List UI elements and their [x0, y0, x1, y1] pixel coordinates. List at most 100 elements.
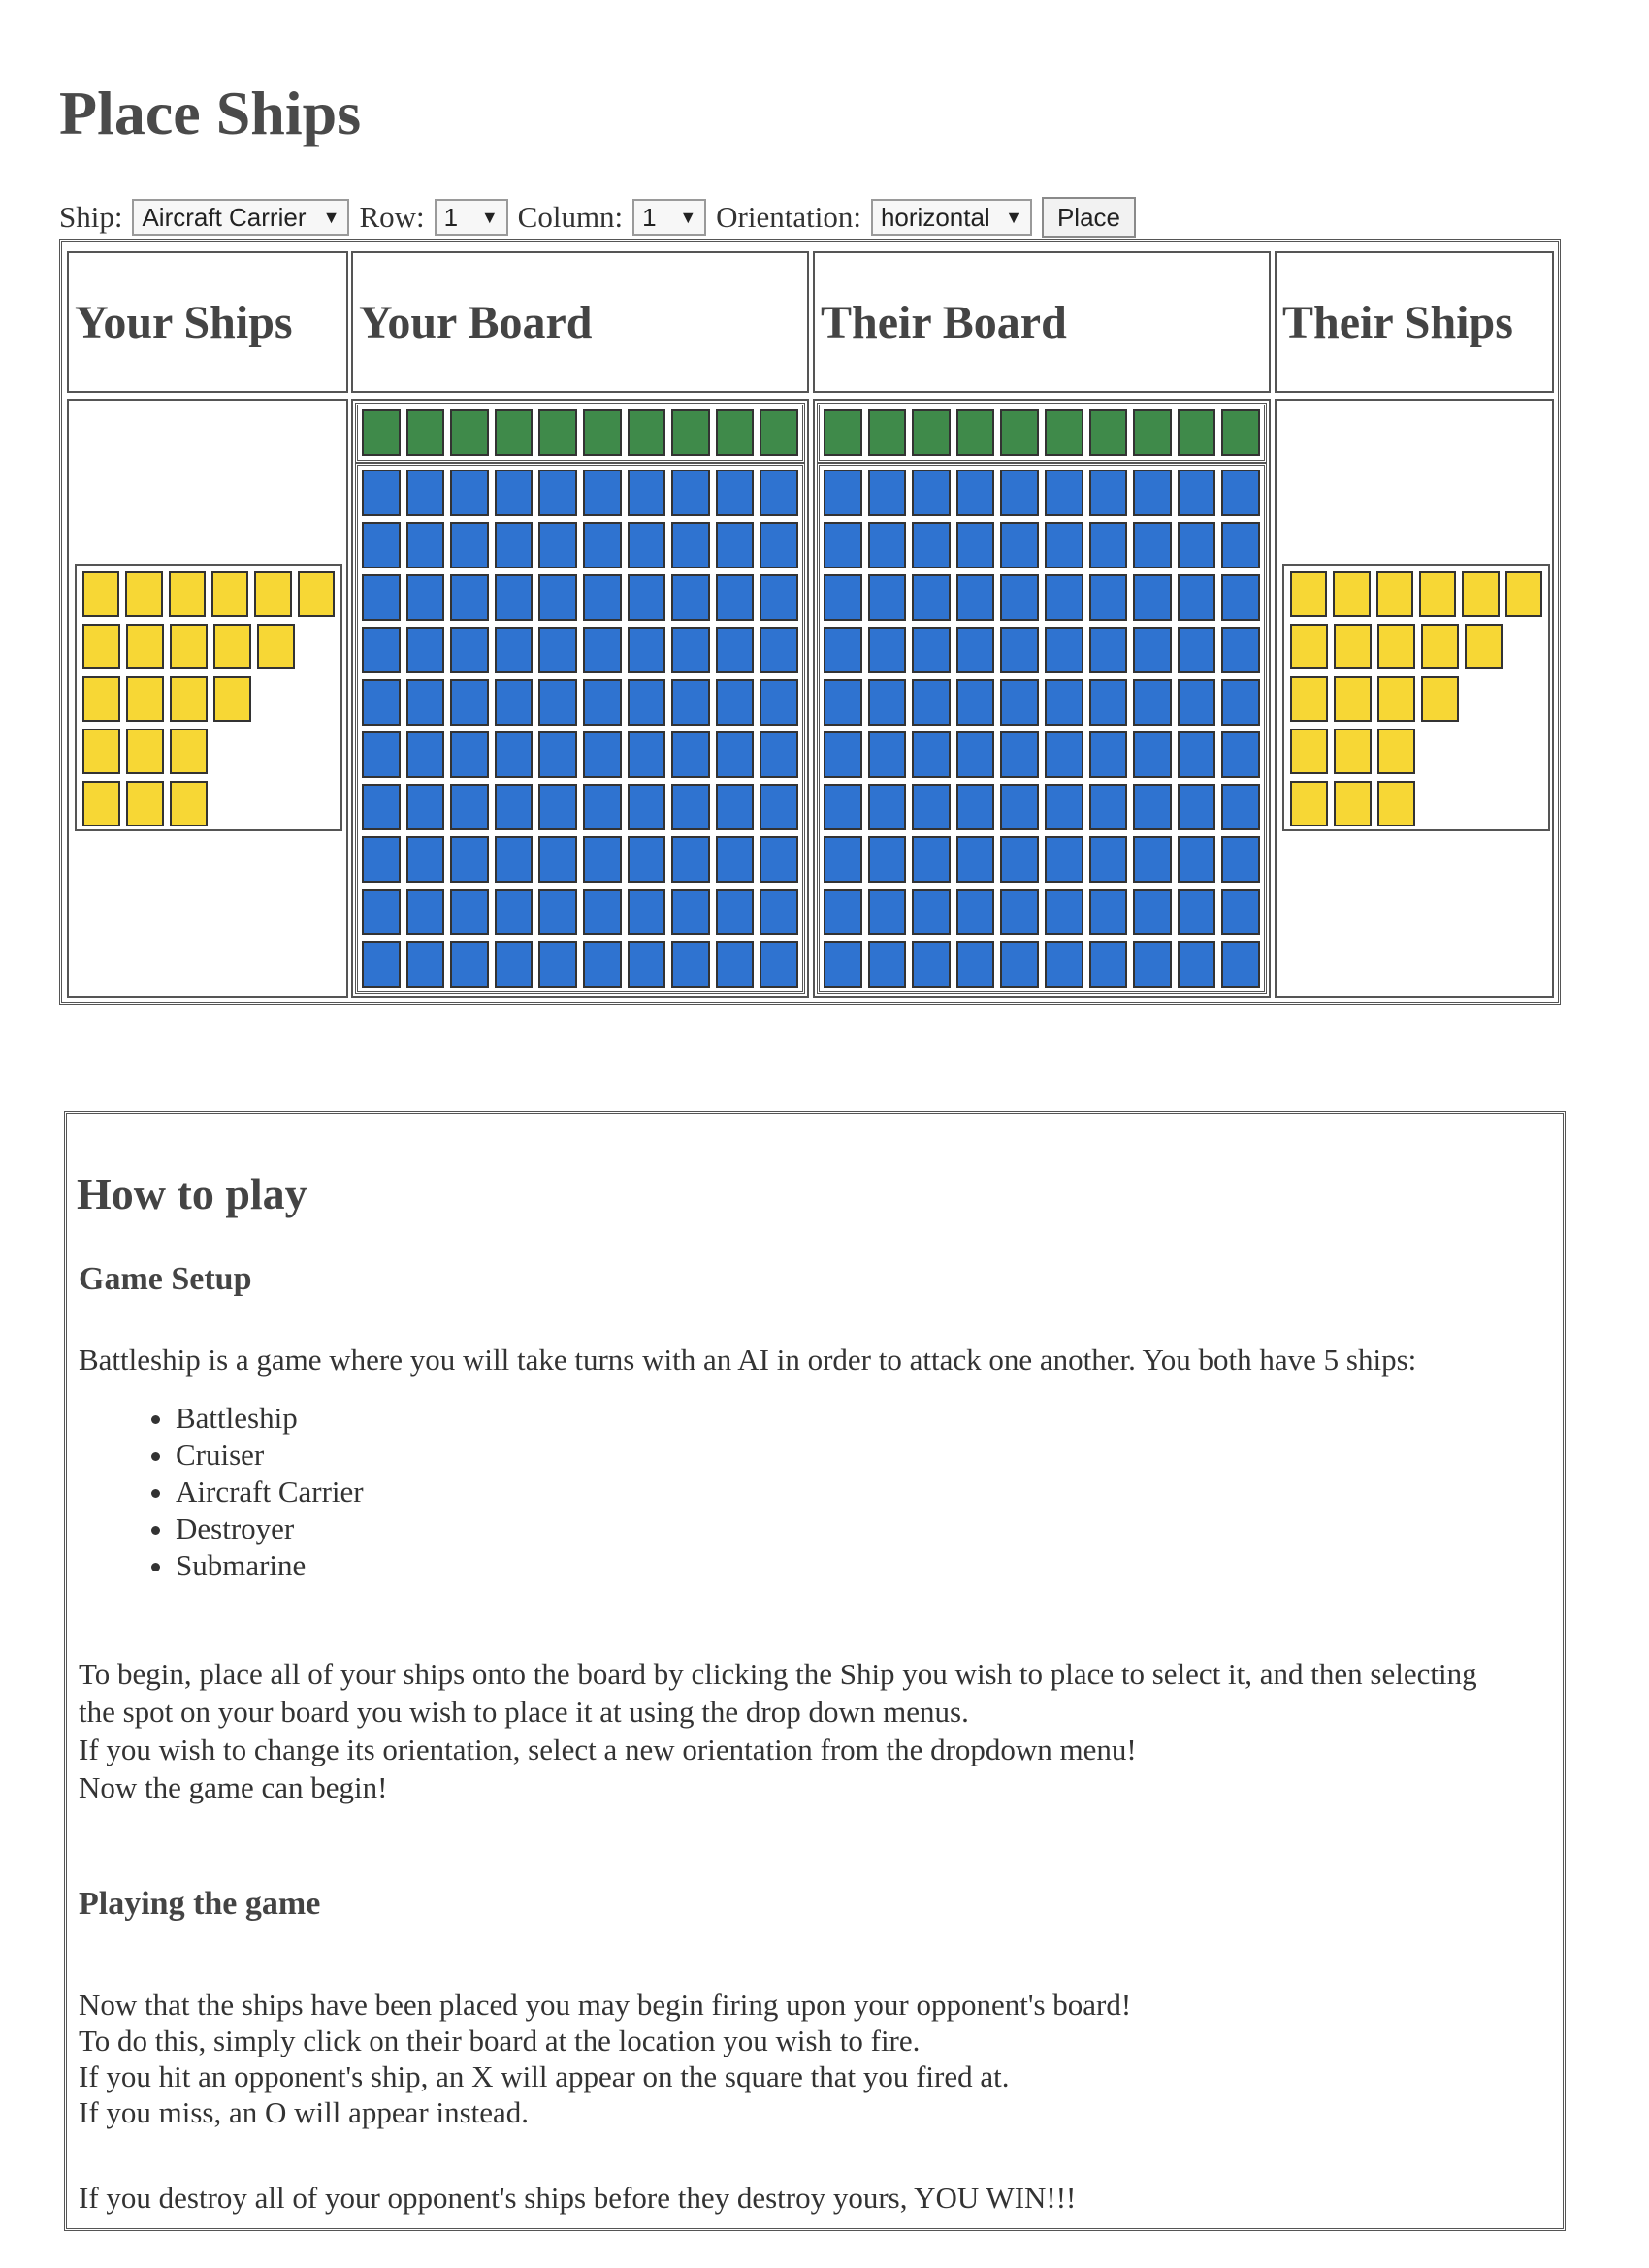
board-square[interactable]	[671, 470, 710, 516]
board-square[interactable]	[1088, 836, 1128, 883]
board-square[interactable]	[1088, 889, 1128, 935]
board-square[interactable]	[955, 522, 995, 568]
board-square[interactable]	[1088, 574, 1128, 621]
board-square[interactable]	[494, 470, 534, 516]
board-square[interactable]	[362, 627, 401, 673]
board-square[interactable]	[538, 889, 577, 935]
board-square[interactable]	[912, 522, 951, 568]
board-square[interactable]	[405, 836, 445, 883]
board-square[interactable]	[1000, 574, 1039, 621]
board-square[interactable]	[671, 731, 710, 778]
board-square[interactable]	[1044, 574, 1083, 621]
orientation-select[interactable]: horizontal ▼	[870, 199, 1032, 236]
board-square[interactable]	[867, 470, 907, 516]
board-square[interactable]	[405, 627, 445, 673]
board-square[interactable]	[955, 731, 995, 778]
board-square[interactable]	[955, 627, 995, 673]
board-square[interactable]	[1000, 941, 1039, 988]
board-square[interactable]	[1221, 574, 1260, 621]
board-square[interactable]	[715, 679, 755, 726]
board-square[interactable]	[1000, 731, 1039, 778]
board-square[interactable]	[671, 941, 710, 988]
board-square[interactable]	[1088, 784, 1128, 830]
board-square[interactable]	[912, 679, 951, 726]
board-square[interactable]	[867, 784, 907, 830]
board-square[interactable]	[715, 731, 755, 778]
board-square[interactable]	[1221, 679, 1260, 726]
board-square[interactable]	[1044, 941, 1083, 988]
board-square[interactable]	[715, 889, 755, 935]
board-square[interactable]	[450, 784, 489, 830]
board-square[interactable]	[1044, 784, 1083, 830]
board-square[interactable]	[1133, 470, 1172, 516]
board-square[interactable]	[824, 941, 862, 988]
board-square[interactable]	[1221, 470, 1260, 516]
board-square[interactable]	[824, 889, 862, 935]
board-square[interactable]	[1221, 836, 1260, 883]
board-square[interactable]	[912, 889, 951, 935]
board-square[interactable]	[450, 574, 489, 621]
board-square[interactable]	[538, 470, 577, 516]
board-square[interactable]	[1088, 679, 1128, 726]
board-square[interactable]	[1177, 627, 1216, 673]
board-square[interactable]	[760, 889, 798, 935]
board-square[interactable]	[362, 889, 401, 935]
board-square[interactable]	[1000, 627, 1039, 673]
board-square[interactable]	[450, 889, 489, 935]
ship-row[interactable]	[1290, 729, 1542, 774]
board-square[interactable]	[1177, 522, 1216, 568]
ship-select[interactable]: Aircraft Carrier ▼	[132, 199, 350, 236]
board-square[interactable]	[715, 941, 755, 988]
board-square[interactable]	[538, 627, 577, 673]
board-square[interactable]	[1221, 941, 1260, 988]
board-square[interactable]	[912, 836, 951, 883]
board-square[interactable]	[494, 679, 534, 726]
board-square[interactable]	[867, 574, 907, 621]
board-square[interactable]	[1133, 627, 1172, 673]
ship-row[interactable]	[82, 729, 335, 774]
board-square[interactable]	[912, 627, 951, 673]
board-square[interactable]	[1000, 784, 1039, 830]
board-square[interactable]	[760, 731, 798, 778]
board-square[interactable]	[671, 522, 710, 568]
board-square[interactable]	[1177, 731, 1216, 778]
ship-row[interactable]	[82, 571, 335, 617]
board-square[interactable]	[362, 522, 401, 568]
ship-row[interactable]	[1290, 676, 1542, 722]
board-square[interactable]	[1133, 889, 1172, 935]
ship-row[interactable]	[1290, 624, 1542, 669]
board-square[interactable]	[760, 784, 798, 830]
board-square[interactable]	[671, 679, 710, 726]
board-square[interactable]	[405, 889, 445, 935]
board-square[interactable]	[912, 574, 951, 621]
board-square[interactable]	[627, 679, 666, 726]
board-square[interactable]	[867, 522, 907, 568]
board-square[interactable]	[715, 574, 755, 621]
board-square[interactable]	[715, 627, 755, 673]
board-square[interactable]	[494, 731, 534, 778]
board-square[interactable]	[494, 522, 534, 568]
board-square[interactable]	[824, 836, 862, 883]
row-select[interactable]: 1 ▼	[434, 199, 508, 236]
board-square[interactable]	[760, 470, 798, 516]
board-square[interactable]	[715, 522, 755, 568]
board-square[interactable]	[1177, 679, 1216, 726]
board-square[interactable]	[671, 889, 710, 935]
board-square[interactable]	[538, 731, 577, 778]
board-square[interactable]	[912, 731, 951, 778]
board-square[interactable]	[1000, 679, 1039, 726]
board-square[interactable]	[582, 470, 622, 516]
board-square[interactable]	[1133, 784, 1172, 830]
board-square[interactable]	[1221, 522, 1260, 568]
board-square[interactable]	[1044, 836, 1083, 883]
ship-row[interactable]	[82, 624, 335, 669]
board-square[interactable]	[1221, 784, 1260, 830]
board-square[interactable]	[627, 836, 666, 883]
board-square[interactable]	[582, 941, 622, 988]
board-square[interactable]	[1133, 836, 1172, 883]
board-square[interactable]	[760, 941, 798, 988]
board-square[interactable]	[1221, 731, 1260, 778]
board-square[interactable]	[1177, 941, 1216, 988]
board-square[interactable]	[627, 889, 666, 935]
board-square[interactable]	[867, 941, 907, 988]
